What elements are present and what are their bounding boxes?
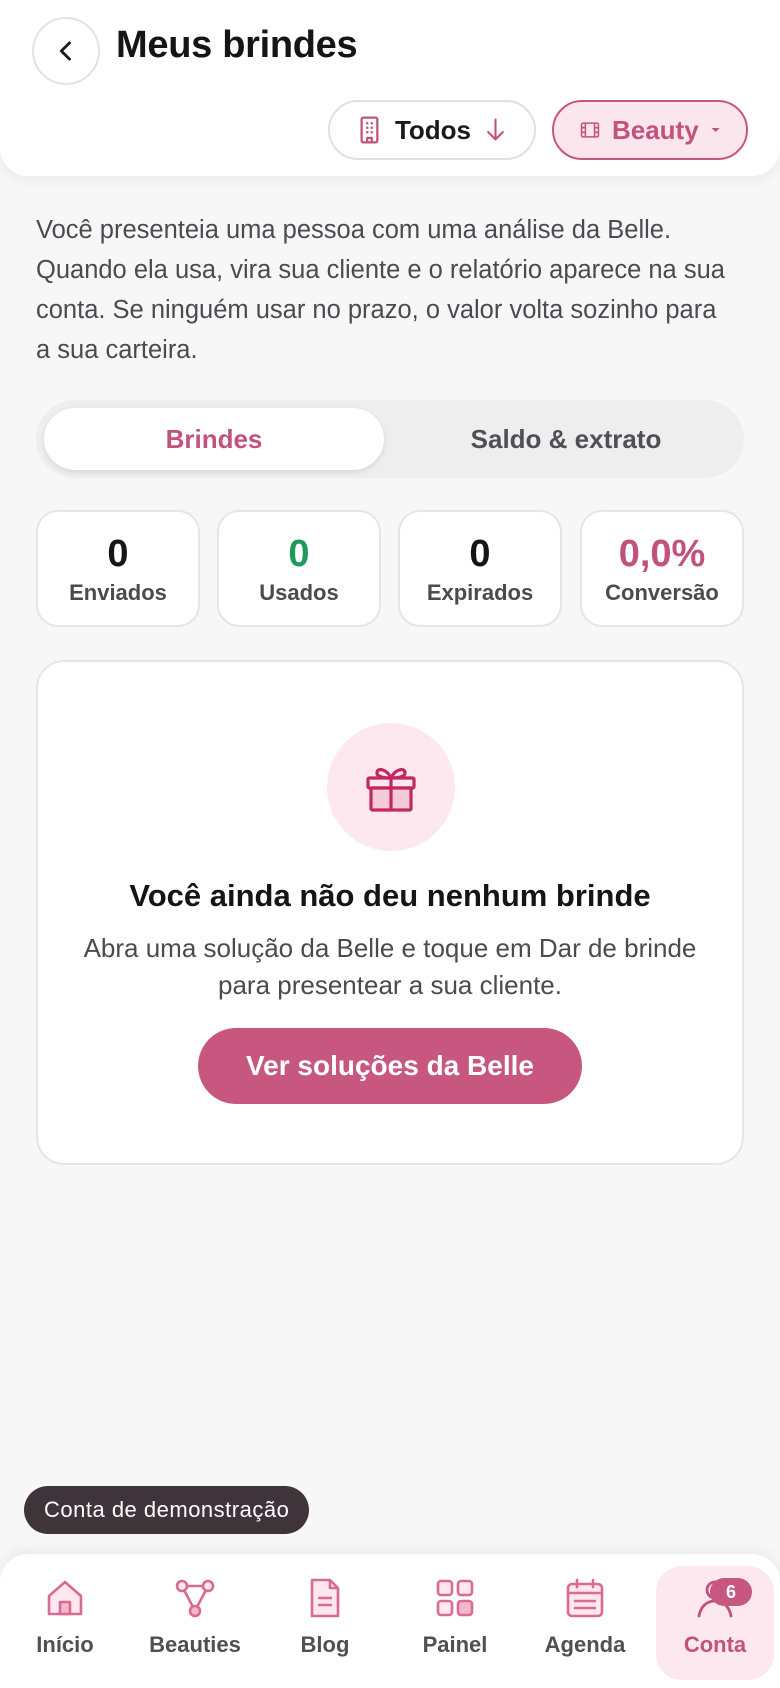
back-button[interactable] — [32, 17, 100, 85]
filter-beauty-button[interactable]: Beauty — [552, 100, 748, 160]
gift-icon — [366, 767, 416, 812]
empty-state-description: Abra uma solução da Belle e toque em Dar… — [83, 933, 697, 1000]
nav-item-blog[interactable]: Blog — [266, 1566, 384, 1680]
stat-value: 0 — [469, 532, 491, 575]
nav-label: Agenda — [544, 1632, 626, 1657]
stat-label: Enviados — [69, 579, 167, 605]
stat-usados: 0 Usados — [217, 510, 381, 627]
chevron-left-icon — [59, 41, 71, 61]
filter-beauty-label: Beauty — [611, 114, 699, 145]
home-icon — [47, 1580, 83, 1616]
notification-badge: 6 — [710, 1578, 752, 1606]
stat-label: Conversão — [605, 579, 719, 605]
stat-conversao: 0,0% Conversão — [580, 510, 744, 627]
grid-icon — [436, 1579, 474, 1617]
page-title: Meus brindes — [116, 24, 358, 66]
bottom-nav: Início Beauties Blog Painel Agenda Conta… — [0, 1554, 780, 1688]
nav-label: Painel — [422, 1632, 488, 1657]
empty-state-card: Você ainda não deu nenhum brinde Abra um… — [36, 660, 744, 1165]
filter-todos-button[interactable]: Todos — [328, 100, 536, 160]
nav-item-beauties[interactable]: Beauties — [136, 1566, 254, 1680]
stat-label: Expirados — [426, 579, 534, 605]
nav-item-conta[interactable]: Conta 6 — [656, 1566, 774, 1680]
tabs: Brindes Saldo & extrato — [36, 400, 744, 478]
stat-enviados: 0 Enviados — [36, 510, 200, 627]
film-icon — [580, 122, 600, 138]
nav-label: Blog — [300, 1632, 350, 1657]
arrow-down-icon — [487, 118, 504, 141]
filter-todos-label: Todos — [394, 114, 471, 145]
demo-account-badge: Conta de demonstração — [24, 1486, 310, 1534]
stat-value: 0 — [107, 532, 129, 575]
header: Meus brindes Todos Beauty — [0, 0, 780, 176]
stat-value: 0,0% — [618, 532, 706, 575]
building-icon — [360, 116, 379, 144]
network-icon — [175, 1579, 215, 1618]
stat-label: Usados — [259, 579, 339, 605]
nav-label: Conta — [683, 1632, 747, 1657]
stat-value: 0 — [288, 532, 310, 575]
nav-label: Início — [36, 1632, 94, 1657]
empty-state-title: Você ainda não deu nenhum brinde — [129, 878, 651, 913]
view-solutions-button[interactable]: Ver soluções da Belle — [198, 1028, 582, 1104]
tab-brindes[interactable]: Brindes — [44, 408, 384, 470]
nav-item-inicio[interactable]: Início — [6, 1566, 124, 1680]
caret-down-icon — [711, 128, 720, 132]
document-icon — [310, 1578, 340, 1618]
stat-expirados: 0 Expirados — [398, 510, 562, 627]
intro-text: Você presenteia uma pessoa com uma análi… — [36, 216, 725, 364]
tab-saldo-extrato[interactable]: Saldo & extrato — [396, 408, 736, 470]
nav-item-painel[interactable]: Painel — [396, 1566, 514, 1680]
gift-badge — [327, 723, 455, 851]
calendar-icon — [566, 1578, 604, 1618]
nav-label: Beauties — [149, 1632, 241, 1657]
nav-item-agenda[interactable]: Agenda — [526, 1566, 644, 1680]
